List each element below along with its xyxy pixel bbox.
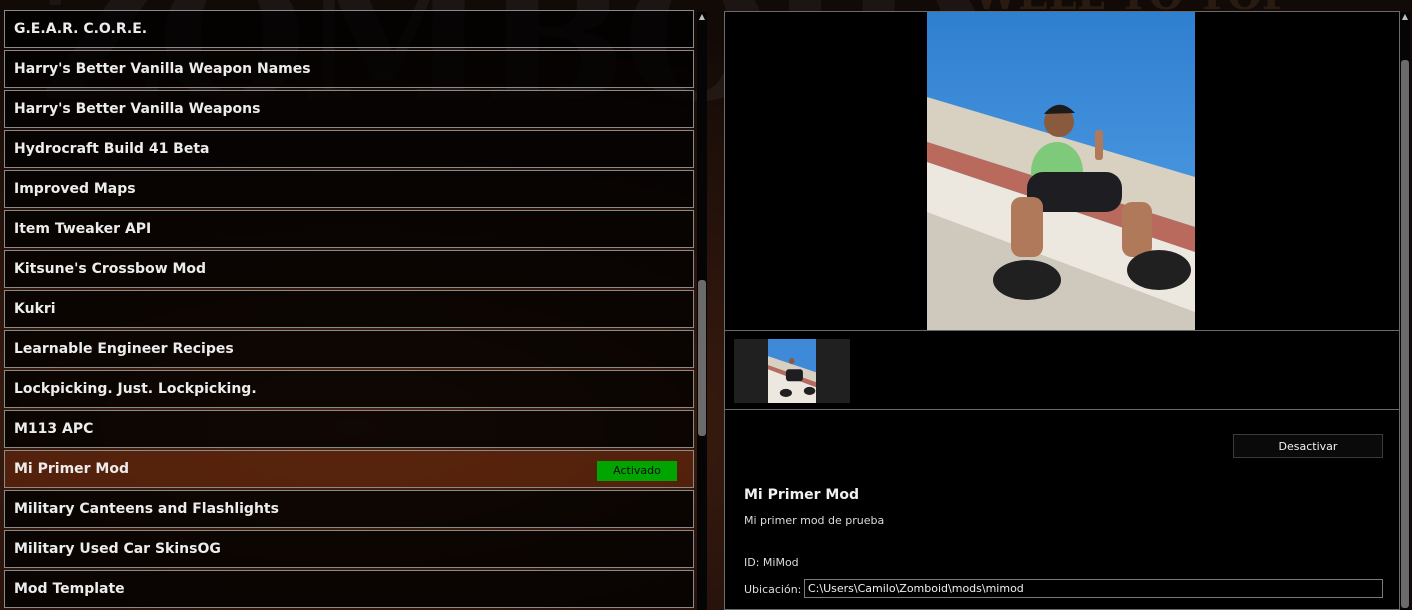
scrollbar-thumb[interactable] <box>1401 60 1409 608</box>
status-badge: Activado <box>597 461 677 481</box>
scroll-up-arrow-icon[interactable]: ▲ <box>697 12 707 22</box>
mod-id: ID: MiMod <box>744 556 799 569</box>
mod-name: Mod Template <box>14 581 125 597</box>
scrollbar-thumb[interactable] <box>698 280 706 436</box>
mod-list: G.E.A.R. C.O.R.E. Harry's Better Vanilla … <box>4 10 696 610</box>
mod-list-item[interactable]: Military Canteens and Flashlights <box>4 490 694 528</box>
mod-list-item[interactable]: Harry's Better Vanilla Weapons <box>4 90 694 128</box>
mod-list-item[interactable]: Kitsune's Crossbow Mod <box>4 250 694 288</box>
preview-thumbnail[interactable] <box>768 339 816 403</box>
mod-name: Military Used Car SkinsOG <box>14 541 221 557</box>
mod-name: Learnable Engineer Recipes <box>14 341 234 357</box>
mod-list-item[interactable]: Harry's Better Vanilla Weapon Names <box>4 50 694 88</box>
mod-list-scrollbar[interactable]: ▲ <box>697 12 707 610</box>
mod-list-item[interactable]: Lockpicking. Just. Lockpicking. <box>4 370 694 408</box>
mod-list-item[interactable]: Learnable Engineer Recipes <box>4 330 694 368</box>
thumbnail-strip <box>734 339 850 403</box>
mod-detail-panel: Desactivar Mi Primer Mod Mi primer mod d… <box>724 11 1400 610</box>
mod-list-item[interactable]: Item Tweaker API <box>4 210 694 248</box>
mod-name: Kitsune's Crossbow Mod <box>14 261 207 277</box>
scroll-up-arrow-icon[interactable]: ▲ <box>1400 12 1410 22</box>
mod-name: Harry's Better Vanilla Weapons <box>14 101 261 117</box>
location-field[interactable]: C:\Users\Camilo\Zomboid\mods\mimod <box>804 579 1383 598</box>
mod-list-item[interactable]: Kukri <box>4 290 694 328</box>
mod-name: Kukri <box>14 301 56 317</box>
mod-name: Hydrocraft Build 41 Beta <box>14 141 210 157</box>
detail-scrollbar[interactable]: ▲ <box>1400 12 1410 610</box>
mod-list-item[interactable]: G.E.A.R. C.O.R.E. <box>4 10 694 48</box>
mod-name: Military Canteens and Flashlights <box>14 501 279 517</box>
mod-list-item[interactable]: Military Used Car SkinsOG <box>4 530 694 568</box>
preview-divider <box>725 330 1399 331</box>
mod-list-item[interactable]: Hydrocraft Build 41 Beta <box>4 130 694 168</box>
deactivate-button[interactable]: Desactivar <box>1233 434 1383 458</box>
thumbnail-divider <box>725 409 1399 410</box>
mod-name: Improved Maps <box>14 181 136 197</box>
mod-list-item[interactable]: Mi Primer Mod Activado <box>4 450 694 488</box>
location-label: Ubicación: <box>744 583 802 596</box>
mod-name: Harry's Better Vanilla Weapon Names <box>14 61 311 77</box>
mod-list-item[interactable]: Mod Template <box>4 570 694 608</box>
mod-name: Item Tweaker API <box>14 221 152 237</box>
mod-list-item[interactable]: Improved Maps <box>4 170 694 208</box>
mod-name: Lockpicking. Just. Lockpicking. <box>14 381 257 397</box>
mod-description: Mi primer mod de prueba <box>744 514 885 527</box>
mod-name: M113 APC <box>14 421 94 437</box>
mod-title: Mi Primer Mod <box>744 487 860 503</box>
mod-preview-image <box>927 12 1195 330</box>
mod-name: G.E.A.R. C.O.R.E. <box>14 21 148 37</box>
mod-name: Mi Primer Mod <box>14 461 130 477</box>
mod-list-item[interactable]: M113 APC <box>4 410 694 448</box>
